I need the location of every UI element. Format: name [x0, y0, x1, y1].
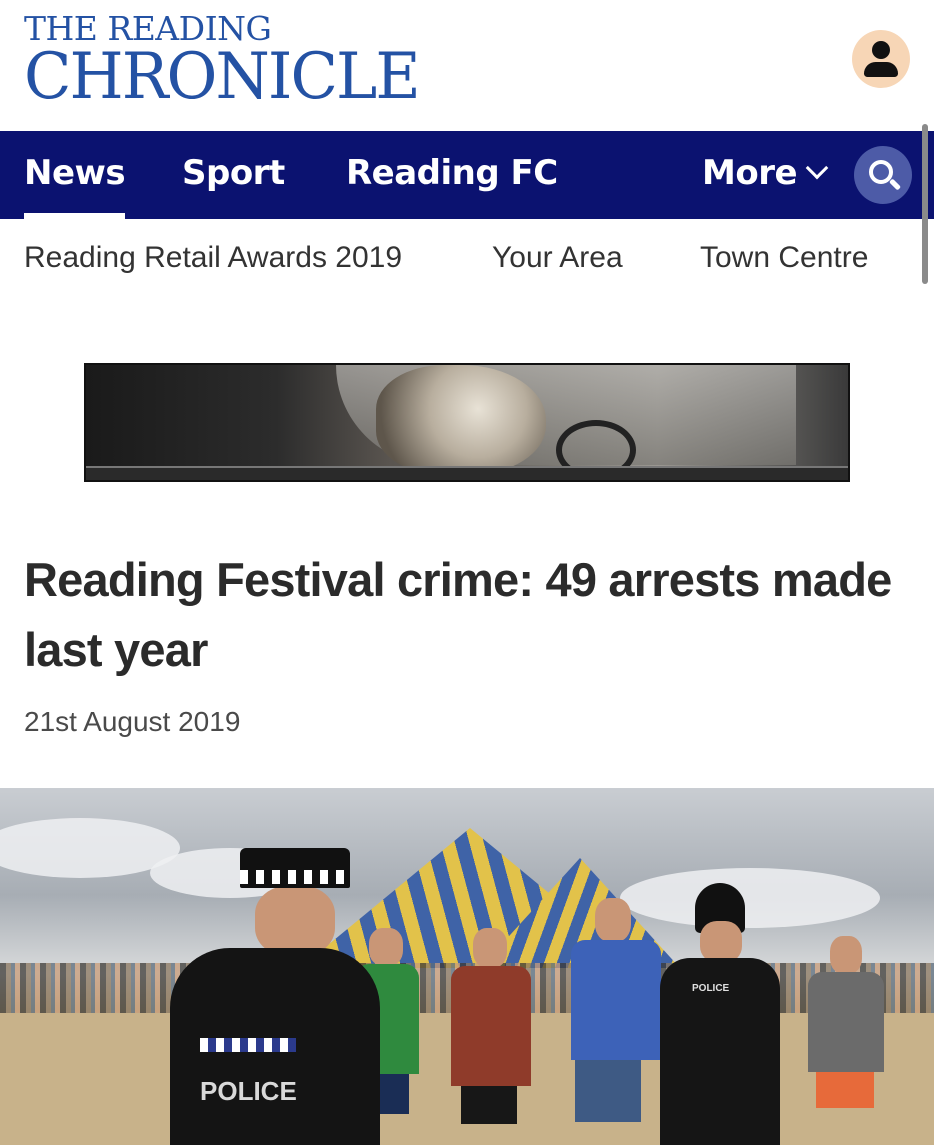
logo-line-2: CHRONICLE	[24, 40, 421, 114]
photo-police-officer: POLICE	[650, 883, 790, 1145]
account-button[interactable]	[852, 30, 910, 88]
scrollbar[interactable]	[922, 124, 928, 284]
article-date: 21st August 2019	[24, 706, 241, 737]
subnav-item-your-area[interactable]: Your Area	[492, 241, 623, 275]
primary-nav: News Sport Reading FC More	[0, 131, 934, 219]
article-headline: Reading Festival crime: 49 arrests made …	[24, 553, 892, 676]
nav-item-news[interactable]: News	[24, 131, 126, 219]
ad-car-sill	[86, 466, 848, 480]
subnav-item-town-centre[interactable]: Town Centre	[700, 241, 868, 275]
ad-dog-image	[376, 365, 546, 475]
nav-item-label: Reading FC	[346, 153, 558, 193]
photo-person	[808, 936, 888, 1145]
search-icon-handle	[888, 178, 902, 191]
nav-item-more[interactable]: More	[702, 131, 829, 219]
search-button[interactable]	[854, 146, 912, 204]
nav-item-sport[interactable]: Sport	[182, 131, 285, 219]
user-icon	[872, 41, 890, 59]
officer-back-label: POLICE	[692, 983, 730, 994]
site-logo[interactable]: THE READING CHRONICLE	[24, 12, 431, 114]
secondary-nav: Reading Retail Awards 2019 Your Area Tow…	[0, 219, 934, 303]
nav-item-reading-fc[interactable]: Reading FC	[346, 131, 558, 219]
nav-item-label: More	[702, 153, 798, 193]
subnav-item-retail-awards[interactable]: Reading Retail Awards 2019	[24, 241, 402, 275]
chevron-down-icon	[805, 156, 829, 180]
site-header: THE READING CHRONICLE	[0, 0, 934, 131]
photo-person	[445, 928, 535, 1145]
article-photo[interactable]: POLICE POLICE	[0, 788, 934, 1145]
user-icon-body	[864, 62, 898, 77]
advertisement-banner[interactable]	[84, 363, 850, 482]
nav-item-label: Sport	[182, 153, 285, 193]
officer-vest-label: POLICE	[200, 1076, 297, 1106]
photo-police-officer: POLICE	[160, 848, 390, 1145]
nav-item-label: News	[24, 153, 126, 193]
